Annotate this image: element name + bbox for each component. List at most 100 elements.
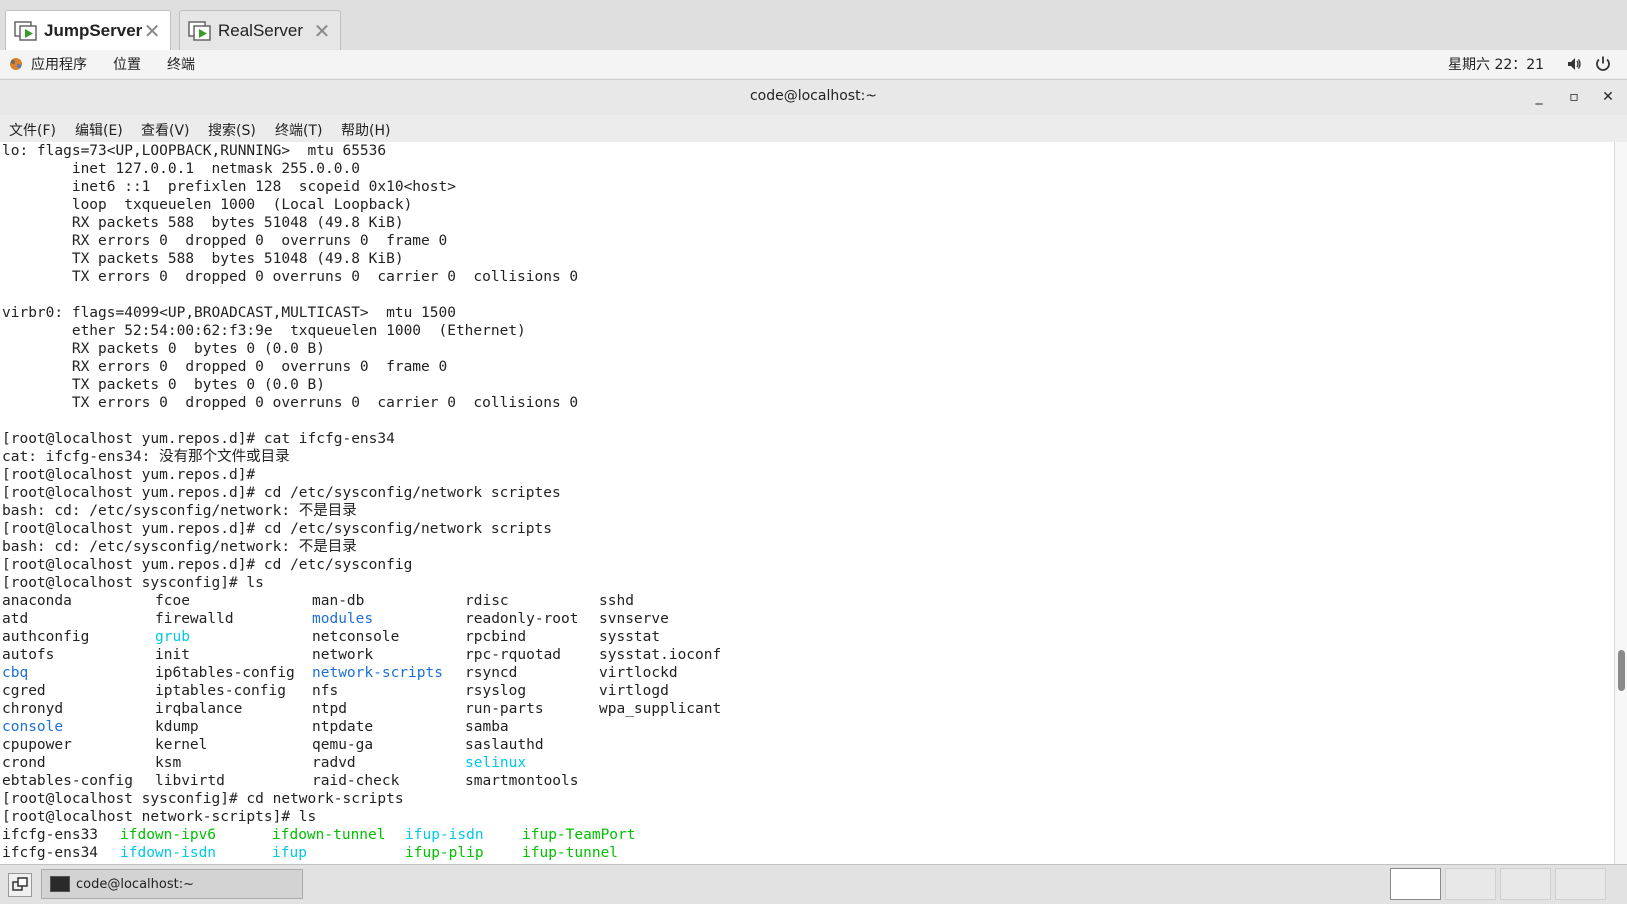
ls-entry: ifup-plip: [405, 845, 484, 861]
menu-terminal[interactable]: 终端(T): [275, 120, 322, 140]
ls-entry: man-db: [312, 593, 365, 609]
terminal-line: [root@localhost yum.repos.d]# cat ifcfg-…: [2, 430, 739, 448]
menu-file[interactable]: 文件(F): [9, 120, 56, 140]
ls-entry: rsyncd: [465, 665, 518, 681]
close-icon[interactable]: ✕: [312, 19, 332, 43]
ls-entry: ntpdate: [312, 719, 374, 735]
remote-screen-icon: [188, 20, 211, 41]
terminal-line: lo: flags=73<UP,LOOPBACK,RUNNING> mtu 65…: [2, 142, 739, 160]
terminal-line: inet6 ::1 prefixlen 128 scopeid 0x10<hos…: [2, 178, 739, 196]
terminal-line: TX errors 0 dropped 0 overruns 0 carrier…: [2, 268, 739, 286]
terminal-line: chronyd irqbalance ntpd run-parts wpa_suppli…: [2, 700, 739, 718]
ls-entry: virtlockd: [599, 665, 678, 681]
ls-entry: atd: [2, 611, 29, 627]
terminal-text: [root@localhost sysconfig]# ls: [2, 575, 264, 591]
terminal-line: [root@localhost yum.repos.d]# cd /etc/sy…: [2, 556, 739, 574]
ls-entry: readonly-root: [465, 611, 579, 627]
ls-entry: modules: [312, 611, 374, 627]
menu-view[interactable]: 查看(V): [141, 120, 190, 140]
tab-realserver[interactable]: RealServer ✕: [179, 10, 341, 50]
ls-entry: sysstat.ioconf: [599, 647, 722, 663]
terminal-scrollbar[interactable]: [1614, 142, 1627, 864]
terminal-line: bash: cd: /etc/sysconfig/network: 不是目录: [2, 538, 739, 556]
applications-menu[interactable]: 应用程序: [31, 54, 87, 74]
terminal-text: inet6 ::1 prefixlen 128 scopeid 0x10<hos…: [2, 179, 456, 195]
terminal-text: cat: ifcfg-ens34: 没有那个文件或目录: [2, 449, 290, 465]
ls-entry: ntpd: [312, 701, 347, 717]
terminal-text: virbr0: flags=4099<UP,BROADCAST,MULTICAS…: [2, 305, 456, 321]
workspace-2[interactable]: [1445, 868, 1496, 900]
terminal-text: loop txqueuelen 1000 (Local Loopback): [2, 197, 413, 213]
taskbar-window-label: code@localhost:~: [76, 876, 194, 892]
workspace-1[interactable]: [1390, 868, 1441, 900]
ls-entry: rpc-rquotad: [465, 647, 562, 663]
ls-entry: cgred: [2, 683, 46, 699]
ls-entry: ifup-TeamPort: [522, 827, 636, 843]
ls-entry: svnserve: [599, 611, 669, 627]
show-desktop-icon[interactable]: [8, 873, 32, 897]
ls-entry: network-scripts: [312, 665, 443, 681]
terminal-line: TX errors 0 dropped 0 overruns 0 carrier…: [2, 394, 739, 412]
ls-entry: sysstat: [599, 629, 661, 645]
menu-edit[interactable]: 编辑(E): [75, 120, 123, 140]
terminal-line: virbr0: flags=4099<UP,BROADCAST,MULTICAS…: [2, 304, 739, 322]
clock[interactable]: 星期六 22：21: [1448, 54, 1544, 74]
workspace-3[interactable]: [1500, 868, 1551, 900]
terminal-line: ebtables-config libvirtd raid-check smartmo…: [2, 772, 739, 790]
terminal-line: [root@localhost yum.repos.d]#: [2, 466, 739, 484]
terminal-text: lo: flags=73<UP,LOOPBACK,RUNNING> mtu 65…: [2, 143, 387, 159]
close-window-button[interactable]: ✕: [1596, 86, 1620, 108]
tab-jumpserver[interactable]: JumpServer ✕: [5, 10, 171, 50]
workspace-4[interactable]: [1555, 868, 1606, 900]
ls-entry: saslauthd: [465, 737, 544, 753]
terminal-app-menu[interactable]: 终端: [167, 54, 195, 74]
ls-entry: cbq: [2, 665, 29, 681]
bottom-taskbar: code@localhost:~: [0, 864, 1627, 904]
ls-entry: ifcfg-ens34: [2, 845, 99, 861]
speaker-icon[interactable]: [1566, 56, 1582, 72]
terminal-text: [root@localhost yum.repos.d]# cat ifcfg-…: [2, 431, 395, 447]
terminal-text: ether 52:54:00:62:f3:9e txqueuelen 1000 …: [2, 323, 526, 339]
ls-entry: sshd: [599, 593, 634, 609]
scrollbar-thumb[interactable]: [1618, 650, 1625, 691]
ls-entry: authconfig: [2, 629, 90, 645]
terminal-line: [root@localhost yum.repos.d]# cd /etc/sy…: [2, 484, 739, 502]
ls-entry: ip6tables-config: [155, 665, 295, 681]
terminal-line: [root@localhost sysconfig]# cd network-s…: [2, 790, 739, 808]
terminal-line: [root@localhost yum.repos.d]# cd /etc/sy…: [2, 520, 739, 538]
terminal-line: cat: ifcfg-ens34: 没有那个文件或目录: [2, 448, 739, 466]
terminal-text: [root@localhost sysconfig]# cd network-s…: [2, 791, 404, 807]
ls-entry: grub: [155, 629, 190, 645]
terminal-line: RX packets 0 bytes 0 (0.0 B): [2, 340, 739, 358]
tab-label: JumpServer: [44, 20, 143, 40]
ls-entry: chronyd: [2, 701, 64, 717]
close-icon[interactable]: ✕: [142, 19, 162, 43]
terminal-line: TX packets 0 bytes 0 (0.0 B): [2, 376, 739, 394]
terminal-text: inet 127.0.0.1 netmask 255.0.0.0: [2, 161, 360, 177]
menu-search[interactable]: 搜索(S): [208, 120, 256, 140]
minimize-button[interactable]: _: [1527, 86, 1551, 108]
ls-entry: iptables-config: [155, 683, 286, 699]
window-title: code@localhost:~: [749, 88, 878, 104]
ls-entry: nfs: [312, 683, 339, 699]
ls-entry: irqbalance: [155, 701, 243, 717]
places-menu[interactable]: 位置: [113, 54, 141, 74]
terminal-line: atd firewalld modules readonly-root svnserve: [2, 610, 739, 628]
terminal-line: TX packets 588 bytes 51048 (49.8 KiB): [2, 250, 739, 268]
power-icon[interactable]: [1594, 55, 1612, 73]
ls-entry: kdump: [155, 719, 199, 735]
terminal-text: [root@localhost yum.repos.d]#: [2, 467, 256, 483]
menu-help[interactable]: 帮助(H): [341, 120, 390, 140]
ls-entry: ifup-isdn: [405, 827, 484, 843]
terminal-line: anaconda fcoe man-db rdisc sshd: [2, 592, 739, 610]
maximize-button[interactable]: ▫: [1562, 86, 1586, 108]
terminal-line: authconfig grub netconsole rpcbind sysstat: [2, 628, 739, 646]
ls-entry: raid-check: [312, 773, 400, 789]
terminal-line: cpupower kernel qemu-ga saslauthd: [2, 736, 739, 754]
terminal-icon: [50, 876, 70, 892]
terminal-line: ifcfg-ens34 ifdown-isdn ifup ifup-plip ifup-…: [2, 844, 739, 862]
terminal-output[interactable]: lo: flags=73<UP,LOOPBACK,RUNNING> mtu 65…: [0, 142, 1614, 864]
taskbar-terminal-window[interactable]: code@localhost:~: [41, 869, 303, 899]
ls-entry: ifdown-ipv6: [120, 827, 217, 843]
